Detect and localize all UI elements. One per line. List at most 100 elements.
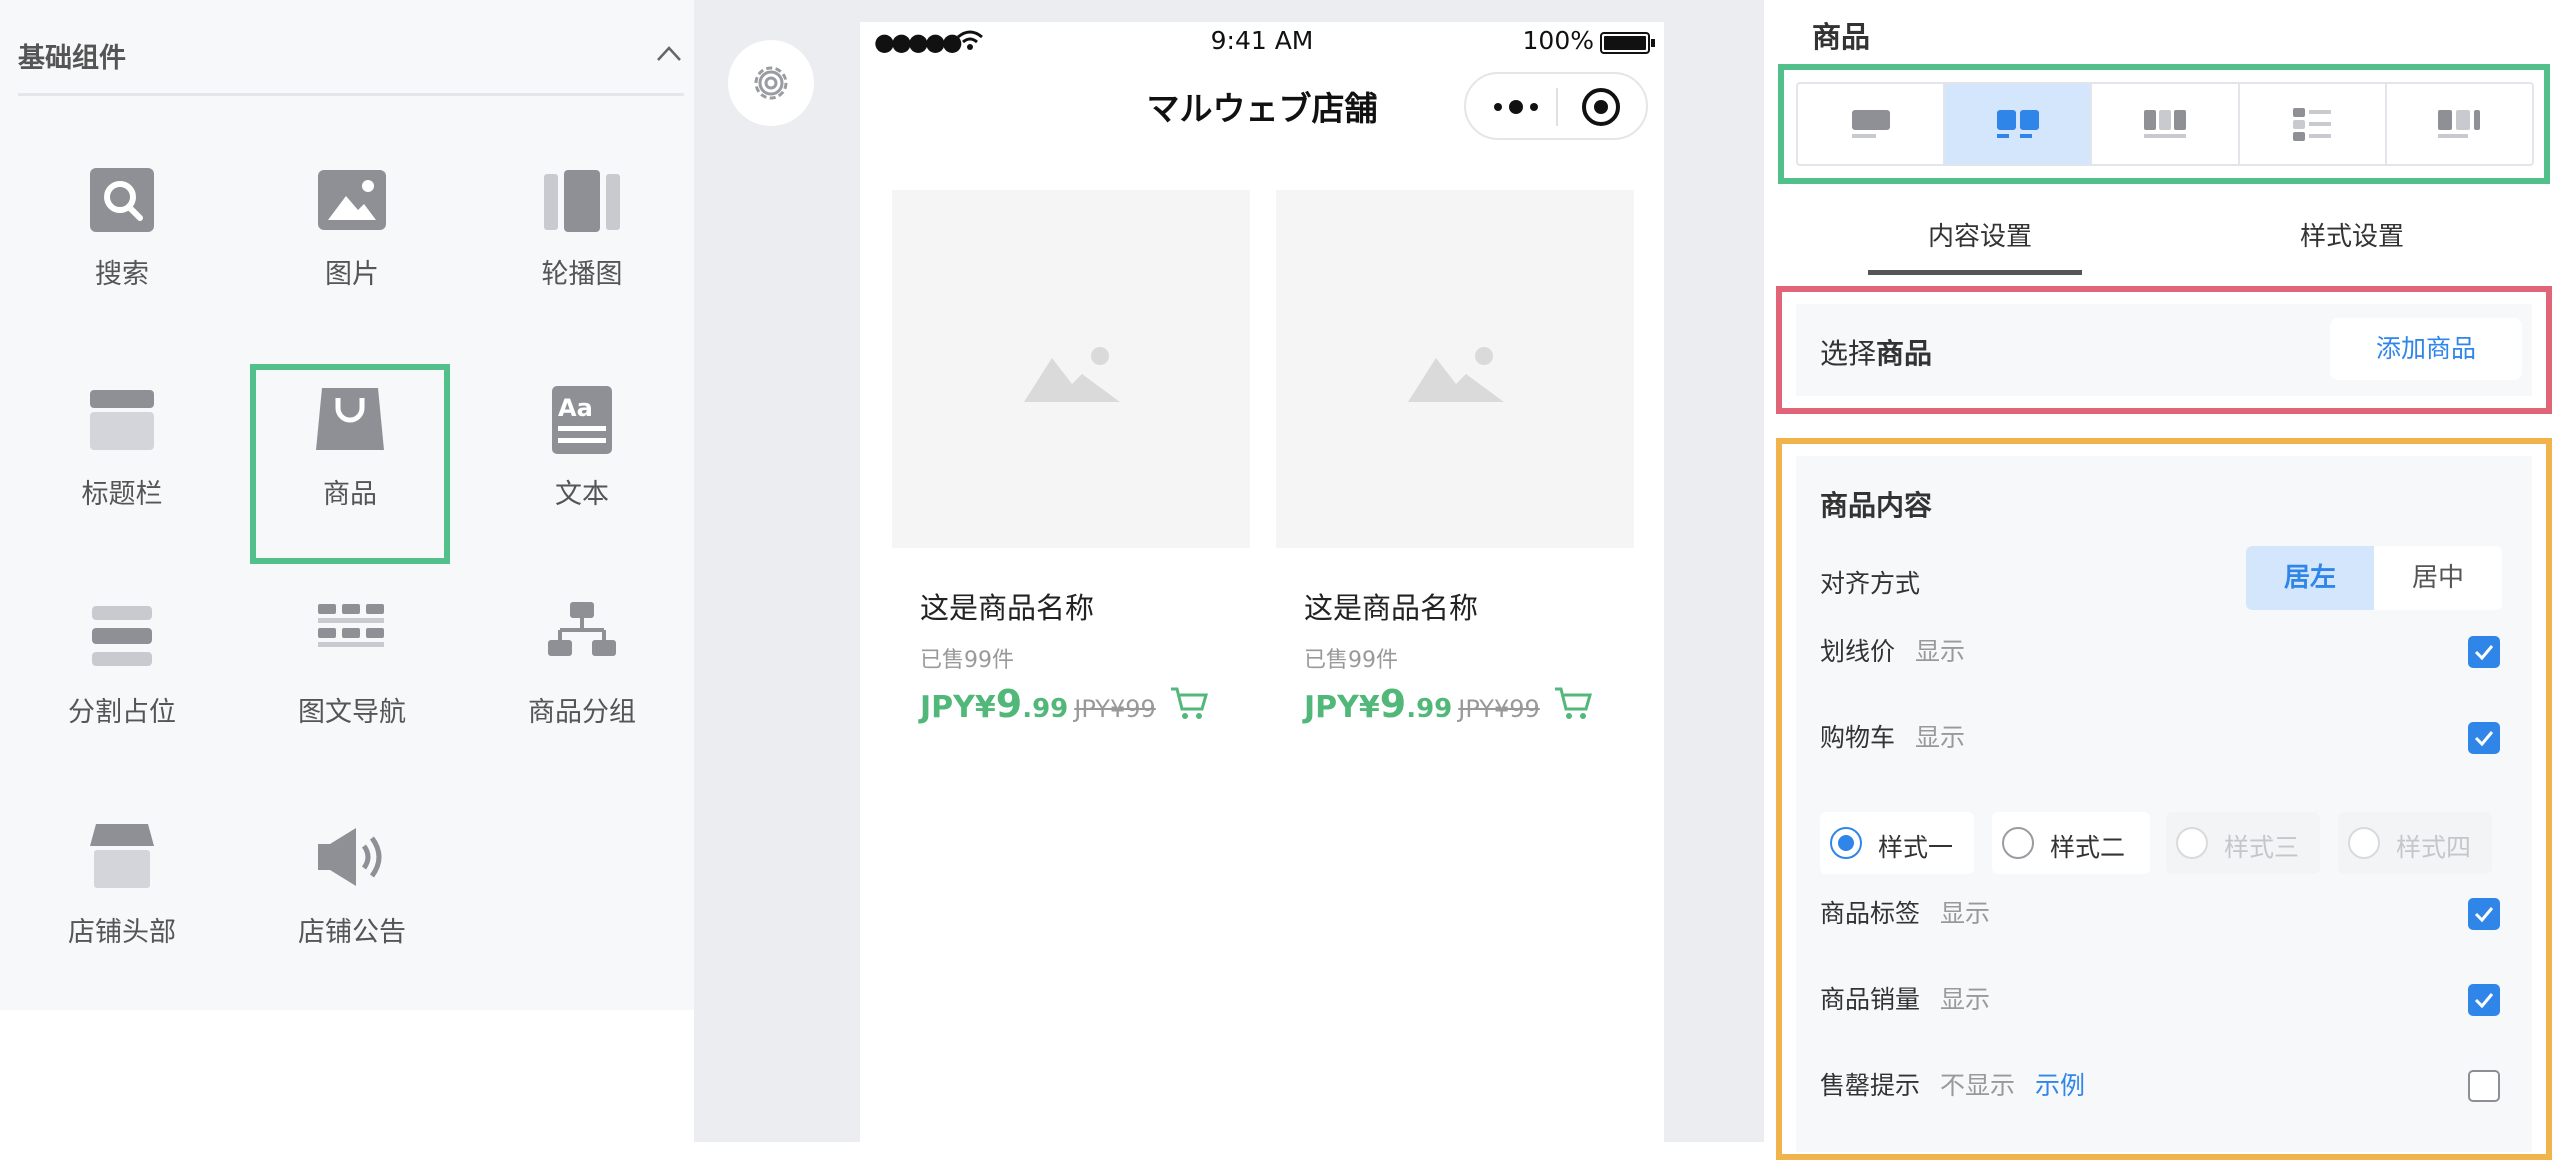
cart-icon[interactable] [1169, 685, 1209, 721]
layout-three-column-icon [2144, 110, 2186, 138]
cart-style-3-label: 样式三 [2224, 833, 2300, 862]
component-title-bar[interactable]: 标题栏 [22, 380, 222, 580]
product-sales-hint: 显示 [1940, 985, 1991, 1014]
align-center-option[interactable]: 居中 [2374, 546, 2502, 610]
active-tab-indicator [1868, 270, 2082, 275]
component-label: 商品分组 [528, 697, 636, 728]
cart-row: 购物车 显示 [1820, 718, 1965, 754]
product-tag-checkbox[interactable] [2468, 898, 2500, 930]
product-tag-label: 商品标签 [1820, 899, 1921, 928]
select-label-bold: 商品 [1876, 337, 1933, 370]
layout-option-large[interactable] [1798, 84, 1946, 164]
close-target-icon[interactable] [1580, 86, 1622, 128]
cart-style-2-radio[interactable]: 样式二 [1992, 812, 2150, 874]
cart-style-4-label: 样式四 [2396, 833, 2472, 862]
original-price: JPY¥99 [1074, 695, 1156, 723]
tab-content-settings[interactable]: 内容设置 [1928, 216, 2032, 253]
layout-option-scroll[interactable] [2387, 84, 2532, 164]
price-decimal: .99 [1406, 694, 1453, 724]
component-panel-title: 基础组件 [18, 43, 126, 74]
megaphone-icon [318, 828, 382, 886]
product-tag-hint: 显示 [1940, 899, 1991, 928]
layout-scroll-icon [2438, 110, 2481, 138]
component-panel: 基础组件 搜索 图片 轮播图 标题栏 商品 Aa 文本 分割占位 图文导航 商品… [0, 0, 694, 1010]
title-bar-icon [90, 390, 154, 450]
add-product-button[interactable]: 添加商品 [2330, 318, 2522, 380]
component-label: 商品 [323, 479, 377, 510]
product-content-highlight: 商品内容 对齐方式 居左 居中 划线价 显示 购物车 显示 样式一 样式二 样式三 … [1776, 438, 2552, 1160]
layout-list-icon [2293, 108, 2332, 141]
select-label-prefix: 选择 [1820, 337, 1877, 370]
original-price: JPY¥99 [1458, 695, 1540, 723]
cart-style-3-radio: 样式三 [2166, 812, 2320, 874]
product-sold-count: 已售99件 [1304, 648, 1398, 673]
soldout-example-link[interactable]: 示例 [2035, 1071, 2085, 1100]
component-product-group[interactable]: 商品分组 [482, 598, 682, 798]
nav-grid-icon [318, 604, 384, 647]
search-icon [90, 168, 154, 232]
product-price: JPY¥9.99 JPY¥99 [1304, 682, 1593, 726]
component-label: 店铺头部 [68, 917, 176, 948]
price-integer: 9 [995, 682, 1023, 726]
price-currency: JPY¥ [1304, 690, 1380, 725]
chevron-up-icon[interactable] [654, 38, 684, 68]
layout-option-three-column[interactable] [2092, 84, 2240, 164]
phone-preview: ●●●●● 9:41 AM 100% マルウェブ店舗 这是商品名称 已售99件 … [860, 22, 1664, 1142]
check-icon [2474, 645, 2494, 661]
radio-dot [1830, 827, 1862, 859]
product-image [1276, 190, 1634, 548]
product-name: 这是商品名称 [1304, 591, 1479, 625]
store-icon [90, 824, 154, 888]
capsule-divider [1556, 88, 1558, 126]
divider-icon [92, 606, 152, 666]
image-placeholder-icon [1408, 347, 1504, 402]
component-label: 图片 [325, 259, 379, 290]
select-product-highlight: 选择商品 添加商品 [1776, 286, 2552, 414]
image-placeholder-icon [1024, 347, 1120, 402]
layout-option-two-column[interactable] [1945, 84, 2093, 164]
cart-icon[interactable] [1553, 685, 1593, 721]
layout-option-list[interactable] [2240, 84, 2387, 164]
tab-style-settings[interactable]: 样式设置 [2300, 216, 2404, 253]
component-panel-header[interactable]: 基础组件 [18, 22, 684, 96]
component-label: 轮播图 [541, 259, 623, 290]
component-label: 文本 [555, 479, 609, 510]
component-product[interactable]: 商品 [250, 364, 450, 564]
layout-large-icon [1851, 110, 1890, 138]
component-search[interactable]: 搜索 [22, 160, 222, 360]
component-divider[interactable]: 分割占位 [22, 598, 222, 798]
battery-percentage: 100% [1522, 26, 1594, 55]
image-icon [318, 170, 386, 230]
more-icon[interactable] [1488, 92, 1544, 122]
soldout-label: 售罄提示 [1820, 1071, 1921, 1100]
svg-text:Aa: Aa [558, 394, 593, 422]
cart-checkbox[interactable] [2468, 722, 2500, 754]
component-store-header[interactable]: 店铺头部 [22, 818, 222, 1018]
strike-price-checkbox[interactable] [2468, 636, 2500, 668]
soldout-checkbox[interactable] [2468, 1070, 2500, 1102]
component-label: 图文导航 [298, 697, 406, 728]
settings-button[interactable] [728, 40, 814, 126]
product-content-section: 商品内容 对齐方式 居左 居中 划线价 显示 购物车 显示 样式一 样式二 样式三 … [1796, 456, 2532, 1152]
component-label: 店铺公告 [298, 917, 406, 948]
mini-program-capsule [1464, 72, 1648, 140]
soldout-row: 售罄提示 不显示 示例 [1820, 1066, 2085, 1102]
component-carousel[interactable]: 轮播图 [482, 160, 682, 360]
component-image-nav[interactable]: 图文导航 [252, 598, 452, 798]
check-icon [2474, 731, 2494, 747]
product-sales-row: 商品销量 显示 [1820, 980, 1990, 1016]
layout-selector [1796, 82, 2534, 166]
cart-style-4-radio: 样式四 [2338, 812, 2492, 874]
cart-style-1-radio[interactable]: 样式一 [1820, 812, 1974, 874]
strike-price-row: 划线价 显示 [1820, 632, 1965, 668]
carousel-icon [544, 170, 620, 232]
hierarchy-icon [548, 602, 616, 656]
component-store-notice[interactable]: 店铺公告 [252, 818, 452, 1018]
product-price: JPY¥9.99 JPY¥99 [920, 682, 1209, 726]
component-image[interactable]: 图片 [252, 160, 452, 360]
layout-selector-highlight [1778, 64, 2550, 184]
product-sales-checkbox[interactable] [2468, 984, 2500, 1016]
component-text[interactable]: Aa 文本 [482, 380, 682, 580]
align-left-option[interactable]: 居左 [2246, 546, 2374, 610]
text-icon: Aa [552, 386, 612, 454]
